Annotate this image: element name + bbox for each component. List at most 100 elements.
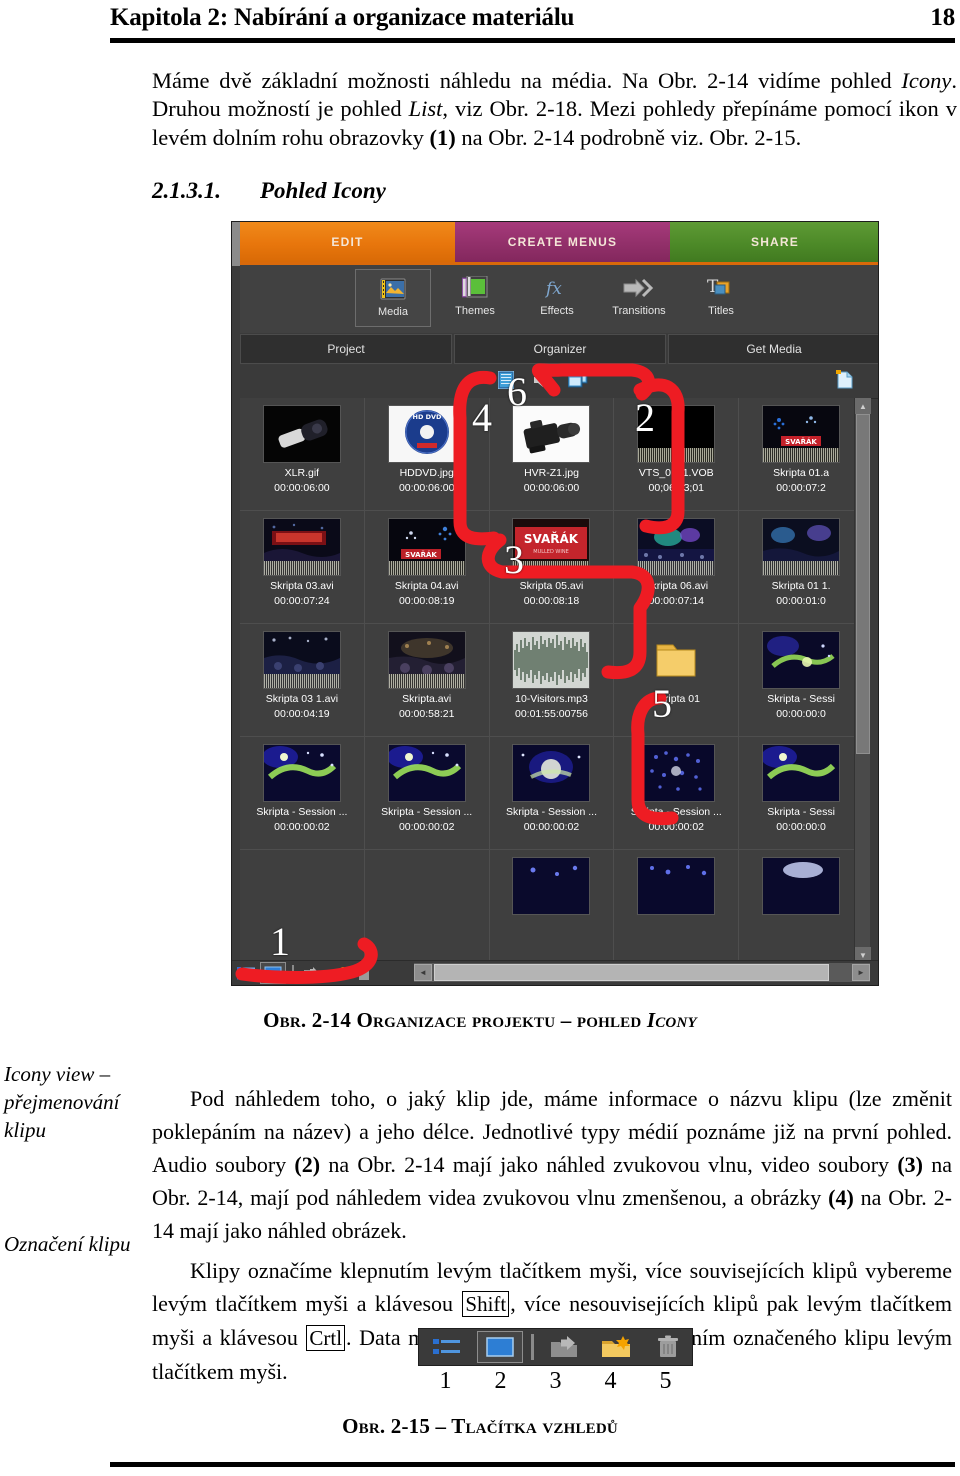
media-item[interactable] — [365, 850, 490, 962]
tab-edit[interactable]: EDIT — [240, 222, 455, 262]
tab-share[interactable]: SHARE — [670, 222, 878, 262]
tool-themes[interactable]: Themes — [437, 269, 513, 327]
thumbnail-fireworks-green — [387, 744, 466, 802]
media-duration: 00:00:00:02 — [648, 821, 705, 833]
intro-text-a: Máme dvě základní možnosti náhledu na mé… — [152, 67, 902, 93]
tool-transitions-label: Transitions — [612, 305, 666, 317]
view-mode-buttons[interactable] — [234, 962, 376, 984]
media-name: Skripta 06.avi — [644, 580, 709, 592]
media-name: Skripta 01.a — [773, 467, 830, 479]
audio-waveform-strip — [638, 561, 715, 575]
media-item[interactable]: SVAŘÁK Skripta 01.a 00:00:07:2 — [739, 398, 864, 510]
scroll-up-arrow-icon[interactable]: ▲ — [855, 398, 871, 414]
audio-filter-icon[interactable] — [532, 371, 550, 394]
page-number: 18 — [930, 4, 955, 31]
thumbnail-svarak-banner-dark: SVAŘÁK — [387, 518, 466, 576]
thumbnail-night-crowd-red — [262, 518, 341, 576]
media-item[interactable]: Skripta.avi 00:00:58:21 — [365, 624, 490, 736]
margin-note-oznaceni-klipu: Označení klipu — [4, 1232, 131, 1256]
new-item-icon[interactable] — [836, 370, 854, 395]
media-item[interactable]: Skripta - Session ... 00:00:00:02 — [614, 737, 740, 849]
video-filter-icon[interactable] — [497, 370, 515, 394]
media-item[interactable] — [490, 850, 615, 962]
media-duration: 00:00:06:00 — [274, 482, 330, 494]
thumbnail-fireworks-blue — [637, 744, 716, 802]
delete-icon[interactable] — [352, 963, 376, 983]
tab-get-media[interactable]: Get Media — [668, 334, 878, 364]
thumbnail-crowd-blue — [762, 518, 841, 576]
media-item[interactable] — [240, 850, 365, 962]
delete-trash-icon[interactable] — [646, 1332, 690, 1362]
margin-note-icony-view: Icony view – přejmenování klipu — [4, 1062, 120, 1142]
chapter-title: Kapitola 2: Nabírání a organizace materi… — [110, 4, 575, 31]
grid-vertical-scrollbar[interactable]: ▲ ▼ — [854, 398, 871, 963]
app-screenshot-icony-view: EDIT CREATE MENUS SHARE Media Themes fx … — [231, 221, 879, 986]
media-item[interactable]: XLR.gif 00:00:06:00 — [240, 398, 365, 510]
figure-2-15-view-buttons: 1 2 3 4 5 — [418, 1328, 693, 1395]
media-item[interactable]: 10-Visitors.mp3 00:01:55:00756 — [490, 624, 615, 736]
tab-create-menus[interactable]: CREATE MENUS — [455, 222, 670, 262]
add-media-folder-icon[interactable] — [594, 1332, 638, 1362]
panel-tab-bar[interactable]: Project Organizer Get Media — [240, 334, 878, 364]
tab-organizer[interactable]: Organizer — [454, 334, 666, 364]
footer-rule — [110, 1462, 955, 1467]
media-grid[interactable]: XLR.gif 00:00:06:00 HD DVD HDDVD.jpg 00:… — [240, 398, 864, 963]
thumbnail-fireworks-partial-white — [762, 857, 841, 915]
media-item[interactable]: HVR-Z1.jpg 00:00:06:00 — [490, 398, 615, 510]
thumbnail-black-video — [637, 405, 716, 463]
media-duration: 00:00:07:24 — [274, 595, 330, 607]
body-ref-four: (4) — [828, 1185, 854, 1210]
media-item[interactable]: VTS_01_1.VOB 00;06;03;01 — [614, 398, 740, 510]
svg-text:SVAŘÁK: SVAŘÁK — [785, 437, 817, 446]
window-left-gutter — [232, 222, 240, 266]
audio-waveform-strip — [388, 561, 465, 575]
icon-view-icon[interactable] — [477, 1331, 523, 1363]
tab-project[interactable]: Project — [240, 334, 452, 364]
media-duration: 00:00:00:02 — [274, 821, 330, 833]
media-item[interactable]: Skripta - Session ... 00:00:00:02 — [240, 737, 365, 849]
media-duration: 00:00:00:02 — [523, 821, 580, 833]
media-item[interactable]: Skripta 03 1.avi 00:00:04:19 — [240, 624, 365, 736]
open-project-icon[interactable] — [300, 963, 324, 983]
icon-view-icon[interactable] — [260, 962, 286, 984]
media-item[interactable]: Skripta - Session ... 00:00:00:02 — [490, 737, 615, 849]
grid-horizontal-scrollbar[interactable]: ◄ ► — [414, 963, 870, 982]
media-name: HVR-Z1.jpg — [524, 467, 579, 479]
media-item[interactable]: Skripta 01 — [614, 624, 740, 736]
thumbnail-fireworks-green — [262, 744, 341, 802]
tool-transitions[interactable]: Transitions — [601, 269, 677, 327]
media-item[interactable]: Skripta - Sessi 00:00:00:0 — [739, 624, 864, 736]
open-project-icon[interactable] — [542, 1332, 586, 1362]
media-item[interactable]: HD DVD HDDVD.jpg 00:00:06:00 — [365, 398, 490, 510]
tool-effects[interactable]: fx Effects — [519, 269, 595, 327]
svg-text:MULLED WINE: MULLED WINE — [534, 549, 569, 555]
media-duration: 00:00:06:00 — [523, 482, 580, 494]
tool-titles[interactable]: T Titles — [683, 269, 759, 327]
media-duration: 00:00:06:00 — [398, 482, 455, 494]
media-item[interactable]: Skripta 06.avi 00:00:07:14 — [614, 511, 740, 623]
image-filter-icon[interactable] — [567, 371, 588, 394]
mode-tab-bar[interactable]: EDIT CREATE MENUS SHARE — [240, 222, 878, 262]
tool-titles-label: Titles — [708, 305, 734, 317]
view-buttons-bar[interactable] — [418, 1328, 693, 1366]
media-item[interactable] — [739, 850, 864, 962]
scroll-left-arrow-icon[interactable]: ◄ — [414, 964, 432, 981]
horizontal-scroll-thumb[interactable] — [434, 964, 829, 981]
media-item[interactable]: Skripta - Session ... 00:00:00:02 — [365, 737, 490, 849]
media-item[interactable]: SVAŘÁK Skripta 04.avi 00:00:08:19 — [365, 511, 490, 623]
audio-waveform-strip — [763, 448, 840, 462]
list-view-icon[interactable] — [234, 963, 258, 983]
add-media-folder-icon[interactable] — [326, 963, 350, 983]
media-item[interactable]: Skripta - Sessi 00:00:00:0 — [739, 737, 864, 849]
media-item[interactable]: SVAŘÁK MULLED WINE Skripta 05.avi 00:00:… — [490, 511, 615, 623]
vertical-scroll-thumb[interactable] — [856, 414, 870, 754]
media-item[interactable]: Skripta 01 1. 00:00:01:0 — [739, 511, 864, 623]
scroll-right-arrow-icon[interactable]: ► — [852, 964, 870, 981]
media-item[interactable]: Skripta 03.avi 00:00:07:24 — [240, 511, 365, 623]
tool-media[interactable]: Media — [355, 269, 431, 327]
panel-status-bar: ◄ ► — [232, 960, 878, 985]
tool-media-label: Media — [378, 306, 408, 318]
media-item[interactable] — [614, 850, 740, 962]
toolbar-separator — [531, 1334, 534, 1360]
list-view-icon[interactable] — [425, 1332, 469, 1362]
